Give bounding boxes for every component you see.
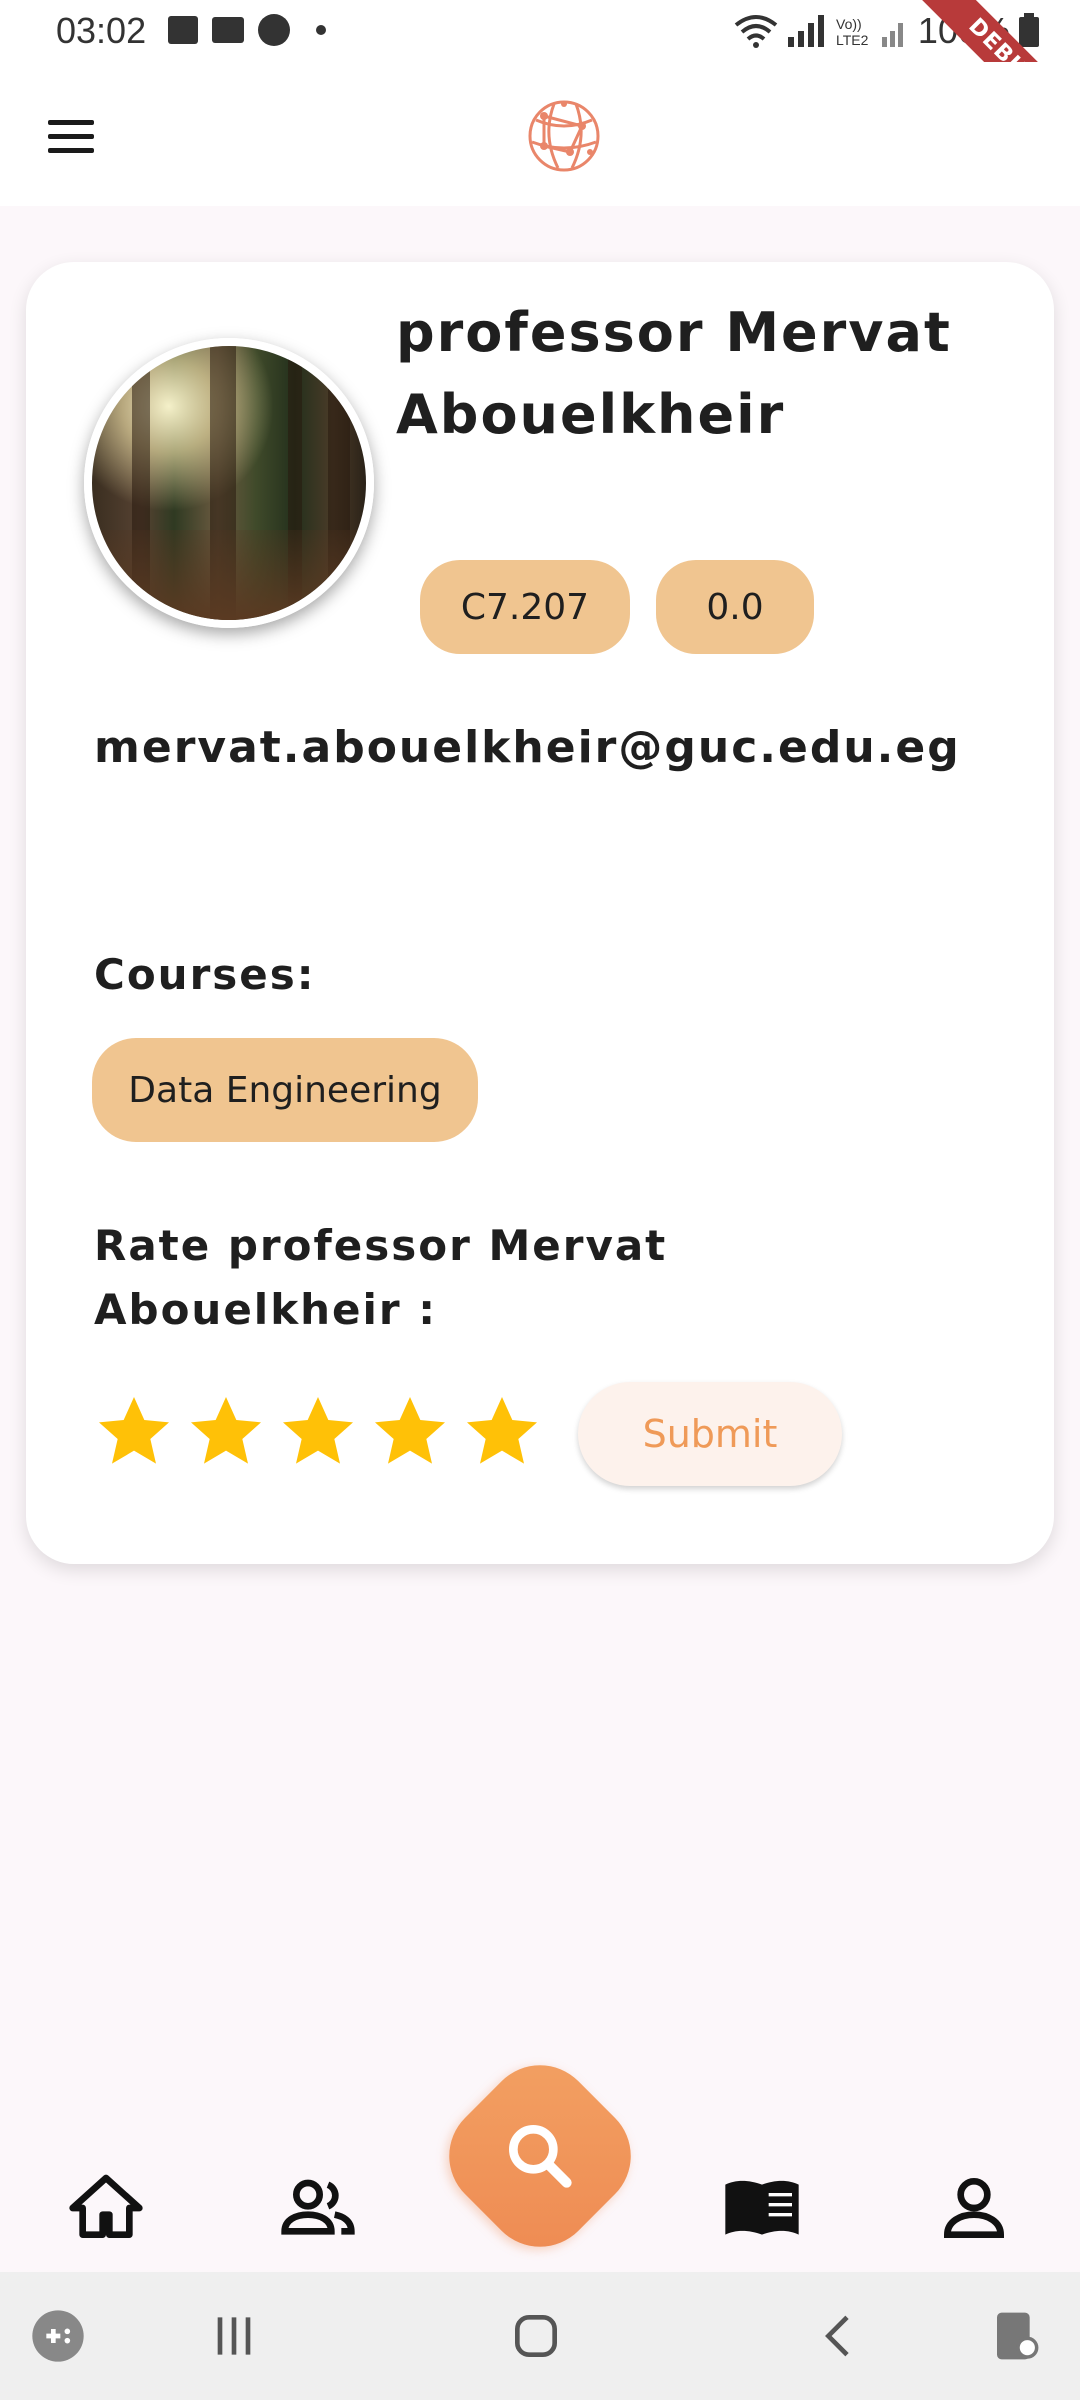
volte-signal-icon: Vo)) LTE2 xyxy=(836,16,903,48)
professor-profile-card: professor Mervat Abouelkheir C7.207 0.0 … xyxy=(26,262,1054,1564)
star-icon-2[interactable] xyxy=(186,1392,266,1472)
professor-avatar xyxy=(84,338,374,628)
office-badge: C7.207 xyxy=(420,560,630,654)
bottom-navigation xyxy=(0,2042,1080,2272)
signal-icon xyxy=(787,15,824,47)
rate-label: Rate professor Mervat Abouelkheir : xyxy=(94,1221,668,1334)
courses-label: Courses: xyxy=(94,950,316,999)
mail-icon xyxy=(212,17,244,43)
battery-icon xyxy=(1019,13,1039,47)
rating-badge: 0.0 xyxy=(656,560,814,654)
app-bar xyxy=(0,62,1080,206)
home-icon[interactable] xyxy=(66,2168,146,2248)
wifi-icon xyxy=(734,15,778,48)
menu-icon[interactable] xyxy=(46,116,98,156)
svg-text:LTE2: LTE2 xyxy=(836,32,869,48)
game-launcher-icon[interactable] xyxy=(30,2308,86,2364)
gallery-icon xyxy=(168,16,198,44)
notification-dot-icon xyxy=(316,25,326,35)
recent-apps-icon[interactable] xyxy=(206,2308,262,2364)
course-chip[interactable]: Data Engineering xyxy=(92,1038,478,1142)
status-time: 03:02 xyxy=(56,10,147,51)
professor-email: mervat.abouelkheir@guc.edu.eg xyxy=(94,722,961,773)
submit-rating-button[interactable]: Submit xyxy=(578,1382,842,1486)
book-icon[interactable] xyxy=(722,2168,802,2248)
status-notification-icons xyxy=(168,14,326,46)
back-icon[interactable] xyxy=(812,2308,868,2364)
star-icon-3[interactable] xyxy=(278,1392,358,1472)
professor-name: professor Mervat Abouelkheir xyxy=(396,301,952,446)
account-icon[interactable] xyxy=(934,2168,1014,2248)
star-rating xyxy=(94,1392,542,1472)
star-icon-1[interactable] xyxy=(94,1392,174,1472)
home-button-icon[interactable] xyxy=(508,2308,564,2364)
system-navigation-bar xyxy=(0,2272,1080,2400)
star-icon-4[interactable] xyxy=(370,1392,450,1472)
people-icon[interactable] xyxy=(278,2168,358,2248)
svg-text:Vo)): Vo)) xyxy=(836,16,862,32)
account-circle-icon xyxy=(258,14,290,46)
status-bar: 03:02 Vo)) LTE2 100% DEBUG xyxy=(0,0,1080,154)
accessibility-touch-icon[interactable] xyxy=(990,2308,1046,2364)
search-icon xyxy=(509,2125,572,2188)
globe-network-logo xyxy=(528,100,600,172)
star-icon-5[interactable] xyxy=(462,1392,542,1472)
